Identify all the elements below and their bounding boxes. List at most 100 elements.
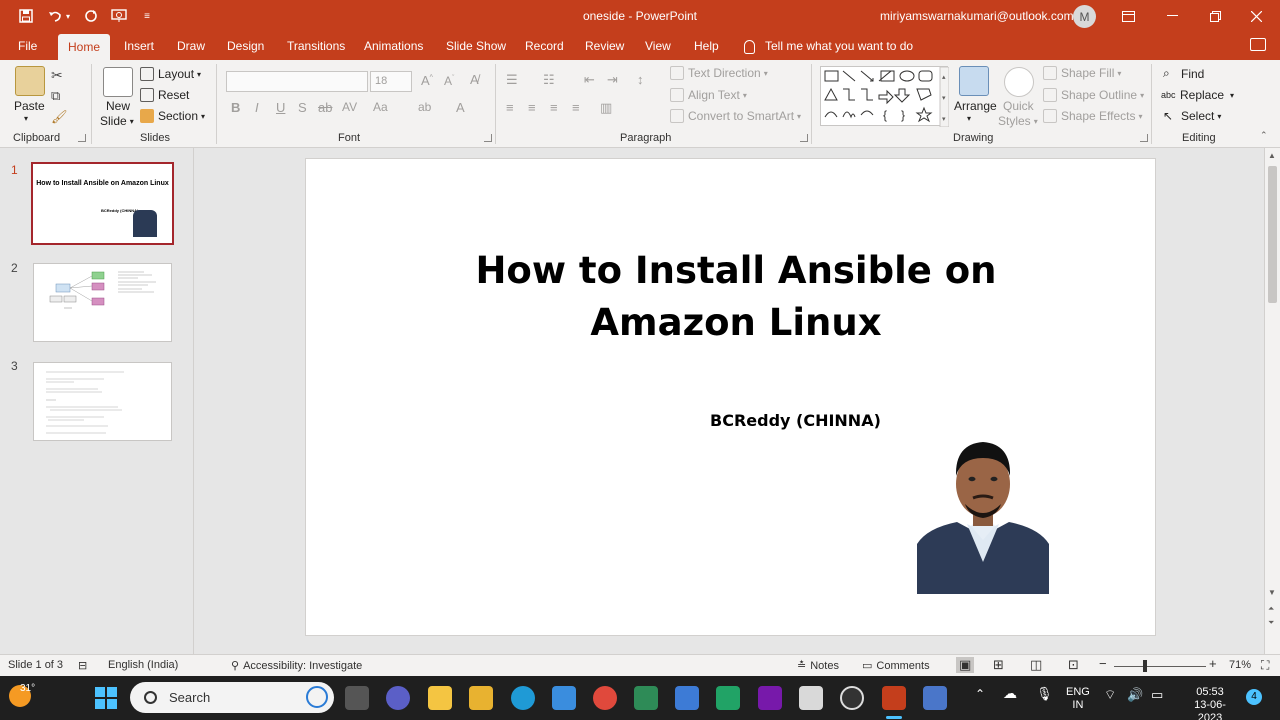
- tab-design[interactable]: Design: [227, 32, 264, 60]
- start-icon[interactable]: [94, 686, 118, 710]
- tab-help[interactable]: Help: [694, 32, 719, 60]
- weather-temp[interactable]: 31°: [20, 682, 35, 695]
- tab-file[interactable]: File: [18, 32, 37, 60]
- zoom-in-icon[interactable]: +: [1209, 656, 1217, 671]
- tab-transitions[interactable]: Transitions: [287, 32, 345, 60]
- normal-view-icon[interactable]: ▣: [956, 657, 975, 673]
- zoom-level[interactable]: 71%: [1229, 659, 1251, 671]
- format-painter-icon[interactable]: 🖌: [51, 109, 68, 125]
- tab-insert[interactable]: Insert: [124, 32, 154, 60]
- font-size-combobox[interactable]: 18: [370, 71, 412, 92]
- section-button[interactable]: Section ▾: [140, 109, 205, 123]
- layout-button[interactable]: Layout ▾: [140, 67, 201, 81]
- media-player-icon[interactable]: [840, 686, 864, 710]
- highlight-icon[interactable]: ab: [418, 100, 431, 114]
- app-icon[interactable]: [923, 686, 947, 710]
- close-icon[interactable]: [1236, 0, 1276, 32]
- text-direction-button[interactable]: Text Direction ▾: [670, 66, 768, 80]
- character-spacing-icon[interactable]: AV: [342, 100, 357, 114]
- columns-icon[interactable]: ▥: [600, 100, 612, 116]
- task-view-icon[interactable]: [345, 686, 369, 710]
- tab-review[interactable]: Review: [585, 32, 624, 60]
- italic-icon[interactable]: I: [255, 100, 259, 115]
- onedrive-icon[interactable]: ☁: [1003, 686, 1017, 700]
- snipping-tool-icon[interactable]: [634, 686, 658, 710]
- find-button[interactable]: ⌕ Find: [1163, 66, 1204, 81]
- tab-view[interactable]: View: [645, 32, 671, 60]
- fit-slide-icon[interactable]: ⛶: [1261, 658, 1269, 673]
- increase-indent-icon[interactable]: ⇥: [607, 72, 618, 88]
- paste-button[interactable]: Paste: [14, 99, 45, 113]
- font-color-icon[interactable]: A: [456, 100, 465, 115]
- reading-view-icon[interactable]: ◫: [1030, 657, 1042, 673]
- ribbon-display-icon[interactable]: [1108, 0, 1148, 32]
- align-text-button[interactable]: Align Text ▾: [670, 88, 747, 102]
- slide-canvas[interactable]: How to Install Ansible on Amazon Linux B…: [305, 158, 1156, 636]
- comments-icon[interactable]: [1250, 38, 1266, 51]
- tab-animations[interactable]: Animations: [364, 32, 423, 60]
- collapse-ribbon-icon[interactable]: ⌃: [1260, 130, 1268, 141]
- paragraph-launcher-icon[interactable]: [800, 134, 808, 142]
- slide-subtitle[interactable]: BCReddy (CHINNA): [710, 411, 881, 430]
- new-slide-button[interactable]: Slide ▾: [100, 114, 134, 128]
- show-hidden-icons-icon[interactable]: ⌃: [975, 688, 985, 701]
- zoom-slider-track[interactable]: [1114, 666, 1206, 667]
- notes-button[interactable]: ≛ Notes: [797, 659, 839, 673]
- remote-desktop-icon[interactable]: [552, 686, 576, 710]
- chrome-icon[interactable]: [593, 686, 617, 710]
- shape-effects-button[interactable]: Shape Effects ▾: [1043, 109, 1143, 123]
- undo-dropdown-icon[interactable]: ▾: [62, 0, 74, 32]
- scroll-up-icon[interactable]: ▲: [1268, 151, 1276, 160]
- onenote-icon[interactable]: [758, 686, 782, 710]
- arrange-button[interactable]: Arrange: [954, 99, 997, 113]
- customize-icon[interactable]: ≡: [136, 0, 158, 32]
- microphone-icon[interactable]: 🎙: [1036, 687, 1053, 700]
- select-button[interactable]: ↖ Select ▾: [1163, 109, 1221, 123]
- slide-thumbnail-2[interactable]: [33, 263, 172, 342]
- volume-icon[interactable]: 🔊: [1127, 688, 1143, 701]
- quick-styles-icon[interactable]: [1004, 67, 1034, 97]
- redo-icon[interactable]: [80, 0, 102, 32]
- shape-fill-button[interactable]: Shape Fill ▾: [1043, 66, 1121, 80]
- language-indicator[interactable]: English (India): [108, 659, 178, 671]
- convert-smartart-button[interactable]: Convert to SmartArt ▾: [670, 109, 801, 123]
- file-explorer-icon[interactable]: [428, 686, 452, 710]
- bold-icon[interactable]: B: [231, 100, 240, 115]
- previous-slide-icon[interactable]: ⏶: [1268, 604, 1274, 614]
- edge-icon[interactable]: [511, 686, 535, 710]
- change-case-icon[interactable]: Aa: [373, 100, 388, 114]
- scroll-down-icon[interactable]: ▼: [1268, 588, 1276, 597]
- minimize-icon[interactable]: [1152, 0, 1192, 32]
- powerpoint-icon[interactable]: [882, 686, 906, 710]
- justify-icon[interactable]: ≡: [572, 100, 580, 115]
- shape-outline-button[interactable]: Shape Outline ▾: [1043, 88, 1144, 102]
- tab-record[interactable]: Record: [525, 32, 564, 60]
- spell-check-icon[interactable]: ⊟: [78, 659, 87, 672]
- underline-icon[interactable]: U: [276, 100, 285, 115]
- shadow-icon[interactable]: S: [298, 100, 307, 115]
- save-icon[interactable]: [15, 0, 37, 32]
- cut-icon[interactable]: ✂: [51, 67, 63, 84]
- shrink-font-icon[interactable]: Aˇ: [444, 74, 454, 88]
- next-slide-icon[interactable]: ⏷: [1268, 618, 1274, 628]
- numbering-icon[interactable]: ☷: [543, 72, 555, 88]
- slide-thumbnail-3[interactable]: [33, 362, 172, 441]
- align-left-icon[interactable]: ≡: [506, 100, 514, 115]
- comments-button[interactable]: ▭ Comments: [862, 659, 930, 673]
- new-slide-label-1[interactable]: New: [106, 99, 130, 113]
- taskbar-search[interactable]: Search: [130, 682, 334, 713]
- paste-dropdown-icon[interactable]: ▾: [24, 114, 28, 123]
- explorer-pinned-icon[interactable]: [469, 686, 493, 710]
- clear-formatting-icon[interactable]: A̸: [470, 72, 479, 87]
- tab-draw[interactable]: Draw: [177, 32, 205, 60]
- notification-badge[interactable]: 4: [1246, 689, 1262, 705]
- calendar-app-icon[interactable]: [799, 686, 823, 710]
- clock[interactable]: 05:53 13-06-2023: [1182, 686, 1238, 720]
- clipboard-launcher-icon[interactable]: [78, 134, 86, 142]
- font-launcher-icon[interactable]: [484, 134, 492, 142]
- presenter-photo[interactable]: [917, 432, 1049, 594]
- slide-thumbnail-1[interactable]: How to Install Ansible on Amazon Linux B…: [31, 162, 174, 245]
- replace-button[interactable]: abc Replace ▾: [1161, 88, 1234, 102]
- vertical-scrollbar[interactable]: ▲ ▼ ⏶ ⏷: [1264, 148, 1280, 654]
- bullets-icon[interactable]: ☰: [506, 72, 518, 88]
